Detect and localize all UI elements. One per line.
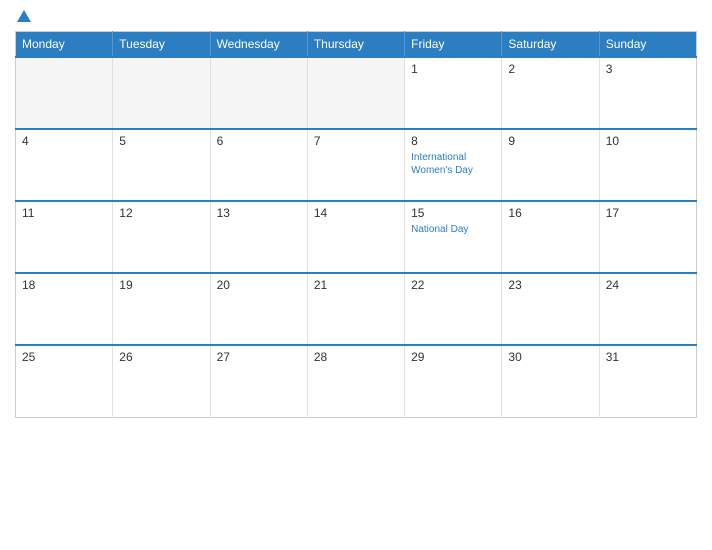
calendar-cell: 31 bbox=[599, 345, 696, 417]
day-number: 11 bbox=[22, 206, 106, 220]
logo-triangle-icon bbox=[17, 10, 31, 22]
day-number: 27 bbox=[217, 350, 301, 364]
calendar-cell: 25 bbox=[16, 345, 113, 417]
day-number: 26 bbox=[119, 350, 203, 364]
day-number: 9 bbox=[508, 134, 592, 148]
calendar-cell: 7 bbox=[307, 129, 404, 201]
calendar-header-friday: Friday bbox=[405, 32, 502, 58]
day-number: 1 bbox=[411, 62, 495, 76]
day-number: 29 bbox=[411, 350, 495, 364]
calendar-cell: 20 bbox=[210, 273, 307, 345]
calendar-header-sunday: Sunday bbox=[599, 32, 696, 58]
calendar-cell: 17 bbox=[599, 201, 696, 273]
calendar-cell: 12 bbox=[113, 201, 210, 273]
calendar-cell: 29 bbox=[405, 345, 502, 417]
calendar-week-row: 123 bbox=[16, 57, 697, 129]
calendar-table: MondayTuesdayWednesdayThursdayFridaySatu… bbox=[15, 31, 697, 418]
day-number: 24 bbox=[606, 278, 690, 292]
calendar-cell: 21 bbox=[307, 273, 404, 345]
header bbox=[15, 10, 697, 23]
day-number: 25 bbox=[22, 350, 106, 364]
day-number: 15 bbox=[411, 206, 495, 220]
calendar-cell: 27 bbox=[210, 345, 307, 417]
day-number: 17 bbox=[606, 206, 690, 220]
calendar-cell: 10 bbox=[599, 129, 696, 201]
day-number: 4 bbox=[22, 134, 106, 148]
calendar-cell: 28 bbox=[307, 345, 404, 417]
day-number: 13 bbox=[217, 206, 301, 220]
day-number: 21 bbox=[314, 278, 398, 292]
calendar-header-thursday: Thursday bbox=[307, 32, 404, 58]
calendar-cell: 5 bbox=[113, 129, 210, 201]
calendar-cell: 26 bbox=[113, 345, 210, 417]
logo bbox=[15, 10, 31, 23]
calendar-cell bbox=[16, 57, 113, 129]
calendar-cell: 9 bbox=[502, 129, 599, 201]
day-number: 10 bbox=[606, 134, 690, 148]
day-number: 14 bbox=[314, 206, 398, 220]
calendar-cell: 2 bbox=[502, 57, 599, 129]
calendar-header-monday: Monday bbox=[16, 32, 113, 58]
calendar-cell: 30 bbox=[502, 345, 599, 417]
calendar-cell: 13 bbox=[210, 201, 307, 273]
day-number: 20 bbox=[217, 278, 301, 292]
day-number: 18 bbox=[22, 278, 106, 292]
page: MondayTuesdayWednesdayThursdayFridaySatu… bbox=[0, 0, 712, 550]
event-label: International Women's Day bbox=[411, 151, 495, 177]
calendar-cell: 18 bbox=[16, 273, 113, 345]
day-number: 23 bbox=[508, 278, 592, 292]
calendar-cell: 14 bbox=[307, 201, 404, 273]
calendar-cell bbox=[210, 57, 307, 129]
day-number: 31 bbox=[606, 350, 690, 364]
day-number: 19 bbox=[119, 278, 203, 292]
calendar-cell: 3 bbox=[599, 57, 696, 129]
calendar-header-row: MondayTuesdayWednesdayThursdayFridaySatu… bbox=[16, 32, 697, 58]
day-number: 6 bbox=[217, 134, 301, 148]
event-label: National Day bbox=[411, 223, 495, 236]
calendar-cell: 6 bbox=[210, 129, 307, 201]
day-number: 5 bbox=[119, 134, 203, 148]
calendar-cell: 24 bbox=[599, 273, 696, 345]
calendar-header-wednesday: Wednesday bbox=[210, 32, 307, 58]
day-number: 8 bbox=[411, 134, 495, 148]
calendar-header-saturday: Saturday bbox=[502, 32, 599, 58]
day-number: 28 bbox=[314, 350, 398, 364]
logo-top bbox=[15, 10, 31, 23]
day-number: 12 bbox=[119, 206, 203, 220]
calendar-cell: 16 bbox=[502, 201, 599, 273]
calendar-week-row: 11 12 13 14 15 National Day 16 17 bbox=[16, 201, 697, 273]
day-number: 16 bbox=[508, 206, 592, 220]
day-number: 7 bbox=[314, 134, 398, 148]
calendar-cell: 23 bbox=[502, 273, 599, 345]
calendar-week-row: 25 26 27 28 29 30 31 bbox=[16, 345, 697, 417]
day-number: 22 bbox=[411, 278, 495, 292]
calendar-cell: 19 bbox=[113, 273, 210, 345]
calendar-header-tuesday: Tuesday bbox=[113, 32, 210, 58]
calendar-week-row: 18 19 20 21 22 23 24 bbox=[16, 273, 697, 345]
day-number: 30 bbox=[508, 350, 592, 364]
calendar-cell: 1 bbox=[405, 57, 502, 129]
calendar-cell: 22 bbox=[405, 273, 502, 345]
day-number: 3 bbox=[606, 62, 690, 76]
calendar-cell: 8 International Women's Day bbox=[405, 129, 502, 201]
calendar-week-row: 45678 International Women's Day 9 10 bbox=[16, 129, 697, 201]
calendar-cell bbox=[307, 57, 404, 129]
day-number: 2 bbox=[508, 62, 592, 76]
calendar-cell bbox=[113, 57, 210, 129]
calendar-cell: 11 bbox=[16, 201, 113, 273]
calendar-cell: 4 bbox=[16, 129, 113, 201]
calendar-cell: 15 National Day bbox=[405, 201, 502, 273]
